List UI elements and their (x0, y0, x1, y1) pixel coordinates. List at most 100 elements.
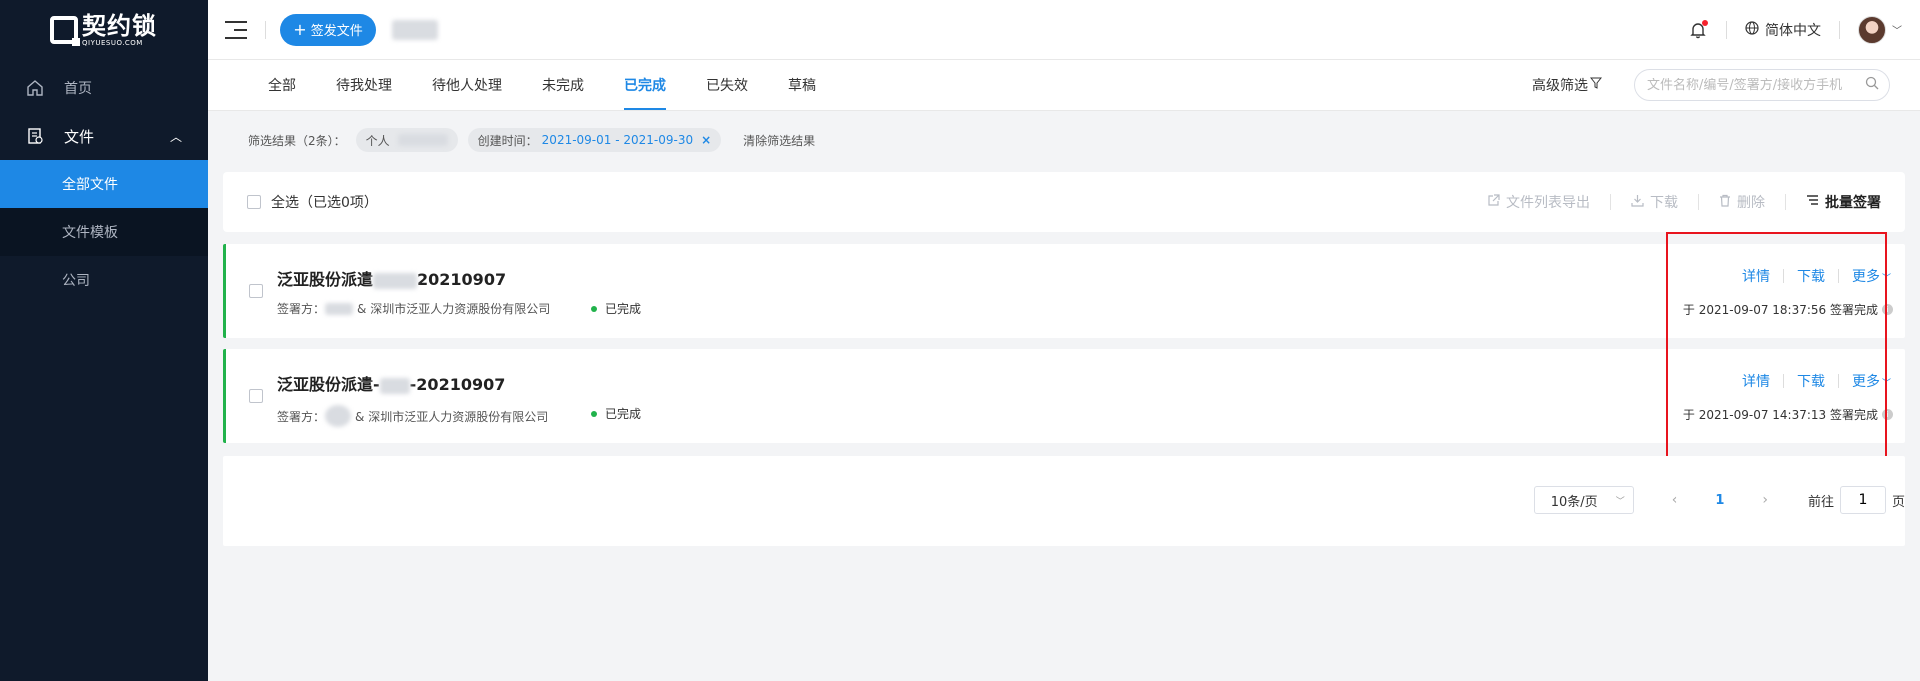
document-icon (26, 127, 44, 145)
external-link-icon (1487, 193, 1500, 211)
document-row[interactable]: 泛亚股份派遣 20210907 签署方： & 深圳市泛亚人力资源股份有限公司 已完… (223, 244, 1905, 338)
sidebar-item-files[interactable]: 文件 ︿ (0, 112, 208, 160)
prev-page-icon[interactable]: ‹ (1672, 492, 1678, 508)
document-title-suffix: -20210907 (409, 375, 506, 394)
language-switcher[interactable]: 简体中文 (1745, 20, 1821, 40)
divider (1698, 194, 1699, 210)
top-header: + 签发文件 简体中文 ﹀ (208, 0, 1920, 60)
advanced-filter-label: 高级筛选 (1532, 78, 1588, 94)
goto-page: 前往 页 (1808, 486, 1905, 514)
download-selected-button[interactable]: 下载 (1631, 192, 1678, 212)
divider (1839, 20, 1840, 39)
brand-logo[interactable]: 契约锁 QIYUESUO.COM (0, 0, 208, 60)
document-signers: 签署方： & 深圳市泛亚人力资源股份有限公司 (277, 300, 550, 317)
home-icon (26, 79, 44, 97)
document-title-prefix: 泛亚股份派遣 (277, 270, 374, 289)
tab-invalid[interactable]: 已失效 (686, 60, 768, 110)
tab-pending-others[interactable]: 待他人处理 (412, 60, 522, 110)
tab-incomplete[interactable]: 未完成 (522, 60, 604, 110)
logo-mark-icon (50, 16, 80, 46)
page-size-value: 10条/页 (1550, 494, 1598, 510)
document-title-suffix: 20210907 (417, 270, 507, 289)
goto-unit: 页 (1891, 494, 1905, 510)
sidebar-item-label: 首页 (64, 81, 92, 97)
redacted-signer (325, 405, 352, 427)
status-dot (591, 410, 597, 417)
highlight-annotation-box (1666, 232, 1887, 466)
document-row[interactable]: 泛亚股份派遣- -20210907 签署方： & 深圳市泛亚人力资源股份有限公司 … (223, 349, 1905, 443)
filter-chip-label: 个人 (365, 133, 390, 148)
search-box (1634, 69, 1890, 101)
brand-name: 契约锁 (82, 11, 157, 40)
filter-chip-value: 2021-09-01 - 2021-09-30 (541, 133, 694, 147)
sidebar-nav: 首页 文件 ︿ 全部文件 文件模板 公司 (0, 64, 208, 304)
signers-label: 签署方： (277, 409, 326, 424)
next-page-icon[interactable]: › (1762, 492, 1768, 508)
tab-all[interactable]: 全部 (248, 60, 316, 110)
redacted-name (379, 377, 410, 394)
redacted-company-name[interactable] (392, 19, 438, 40)
page-number-current[interactable]: 1 (1715, 493, 1724, 508)
export-list-label: 文件列表导出 (1506, 195, 1590, 211)
delete-selected-label: 删除 (1737, 195, 1765, 211)
divider (1610, 194, 1611, 210)
filter-funnel-icon (1588, 77, 1603, 93)
trash-icon (1719, 194, 1731, 211)
status-label: 已完成 (605, 302, 642, 316)
search-icon[interactable] (1865, 76, 1879, 94)
export-list-button[interactable]: 文件列表导出 (1487, 192, 1590, 212)
batch-sign-label: 批量签署 (1825, 195, 1881, 211)
avatar[interactable] (1858, 15, 1886, 44)
active-filters: 筛选结果（2条）： 个人 创建时间： 2021-09-01 - 2021-09-… (248, 126, 815, 154)
divider (265, 20, 266, 39)
row-checkbox[interactable] (249, 389, 263, 403)
signers-company: & 深圳市泛亚人力资源股份有限公司 (357, 302, 551, 316)
page-size-select[interactable]: 10条/页 ﹀ (1533, 486, 1634, 514)
sidebar-item-company[interactable]: 公司 (0, 256, 208, 304)
document-signers: 签署方： & 深圳市泛亚人力资源股份有限公司 (277, 405, 548, 427)
tab-pending-me[interactable]: 待我处理 (316, 60, 412, 110)
signers-company: & 深圳市泛亚人力资源股份有限公司 (355, 409, 549, 424)
sidebar-item-all-files[interactable]: 全部文件 (0, 160, 208, 208)
sidebar-item-home[interactable]: 首页 (0, 64, 208, 112)
status-badge: 已完成 (591, 405, 641, 422)
tab-drafts[interactable]: 草稿 (768, 60, 836, 110)
redacted-name (373, 272, 418, 289)
search-input[interactable] (1647, 77, 1865, 93)
advanced-filter-button[interactable]: 高级筛选 (1532, 75, 1603, 95)
goto-label: 前往 (1807, 494, 1834, 510)
document-title[interactable]: 泛亚股份派遣- -20210907 (277, 371, 505, 395)
delete-selected-button[interactable]: 删除 (1719, 192, 1765, 212)
select-all-checkbox[interactable] (247, 195, 261, 209)
tab-completed[interactable]: 已完成 (604, 60, 686, 110)
filter-chip-label: 创建时间： (477, 133, 538, 148)
new-document-label: 签发文件 (310, 24, 363, 39)
filter-result-count: 筛选结果（2条）： (248, 133, 346, 148)
select-all-label[interactable]: 全选（已选0项） (271, 192, 378, 212)
status-badge: 已完成 (591, 300, 641, 317)
sidebar-item-file-templates[interactable]: 文件模板 (0, 208, 208, 256)
pagination: 10条/页 ﹀ ‹ 1 › 前往 页 (1533, 486, 1905, 514)
status-tabs-bar: 全部 待我处理 待他人处理 未完成 已完成 已失效 草稿 高级筛选 (208, 60, 1920, 111)
clear-filters-link[interactable]: 清除筛选结果 (743, 132, 815, 149)
document-title[interactable]: 泛亚股份派遣 20210907 (277, 266, 506, 290)
language-label: 简体中文 (1765, 22, 1821, 39)
chevron-down-icon[interactable]: ﹀ (1892, 22, 1902, 37)
sidebar-item-label: 文件 (64, 127, 95, 146)
batch-sign-button[interactable]: 批量签署 (1806, 192, 1881, 212)
notification-bell-icon[interactable] (1688, 19, 1708, 40)
list-toolbar: 全选（已选0项） 文件列表导出 下载 删除 批量签署 (223, 172, 1905, 232)
row-checkbox[interactable] (249, 284, 263, 298)
goto-page-input[interactable] (1839, 486, 1886, 514)
plus-icon: + (293, 20, 307, 39)
status-label: 已完成 (605, 407, 642, 421)
signers-label: 签署方： (277, 302, 326, 316)
filter-chip-person[interactable]: 个人 (355, 128, 458, 152)
close-icon[interactable]: × (701, 133, 711, 147)
sidebar: 契约锁 QIYUESUO.COM 首页 文件 ︿ 全部文件 文件模板 公司 (0, 0, 208, 681)
chevron-up-icon: ︿ (169, 129, 182, 144)
divider (1785, 194, 1786, 210)
menu-toggle-icon[interactable] (225, 20, 247, 39)
filter-chip-date[interactable]: 创建时间： 2021-09-01 - 2021-09-30 × (467, 128, 722, 152)
new-document-button[interactable]: + 签发文件 (280, 13, 376, 46)
